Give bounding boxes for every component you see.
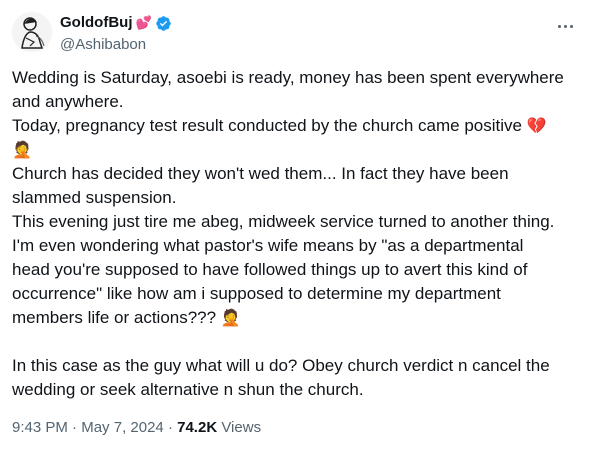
verified-badge-icon — [155, 15, 171, 31]
more-dot-icon — [569, 24, 573, 28]
tweet-line: and anywhere. — [12, 92, 124, 111]
views-count[interactable]: 74.2K — [177, 419, 217, 436]
tweet-line: Wedding is Saturday, asoebi is ready, mo… — [12, 68, 564, 87]
tweet-line: This evening just tire me abeg, midweek … — [12, 212, 555, 231]
tweet-line: members life or actions??? 🤦 — [12, 306, 584, 330]
tweet-line: wedding or seek alternative n shun the c… — [12, 380, 364, 399]
tweet-line: 🤦 — [12, 138, 584, 162]
more-options-button[interactable] — [550, 16, 580, 36]
more-dot-icon — [557, 24, 561, 28]
avatar-illustration-icon — [12, 12, 52, 52]
avatar[interactable] — [12, 12, 52, 52]
tweet-line: I'm even wondering what pastor's wife me… — [12, 236, 524, 255]
tweet-time[interactable]: 9:43 PM — [12, 419, 68, 436]
facepalm-icon: 🤦 — [220, 308, 241, 327]
tweet-text: Wedding is Saturday, asoebi is ready, mo… — [12, 66, 584, 402]
author-display-name[interactable]: GoldofBuj — [60, 14, 132, 32]
broken-heart-icon: 💔 — [526, 116, 547, 135]
tweet-line-text: members life or actions??? — [12, 308, 217, 327]
meta-separator: · — [167, 419, 173, 436]
tweet-line-text: Today, pregnancy test result conducted b… — [12, 116, 522, 135]
meta-separator: · — [72, 419, 78, 436]
facepalm-icon: 🤦 — [12, 140, 32, 159]
author-name-row[interactable]: GoldofBuj 💕 — [60, 14, 172, 32]
more-dot-icon — [563, 24, 567, 28]
tweet-line: slammed suspension. — [12, 188, 177, 207]
tweet-date[interactable]: May 7, 2024 — [81, 419, 164, 436]
tweet-line: In this case as the guy what will u do? … — [12, 356, 550, 375]
tweet-header: GoldofBuj 💕 @Ashibabon — [12, 10, 580, 58]
views-label: Views — [221, 419, 262, 436]
author-handle[interactable]: @Ashibabon — [60, 36, 146, 54]
two-hearts-icon: 💕 — [135, 15, 152, 30]
tweet-meta: 9:43 PM · May 7, 2024 · 74.2K Views — [12, 418, 261, 438]
tweet-line: occurrence" like how am i supposed to de… — [12, 284, 501, 303]
tweet-line: head you're supposed to have followed th… — [12, 260, 528, 279]
tweet-line: Church has decided they won't wed them..… — [12, 164, 509, 183]
tweet-line: Today, pregnancy test result conducted b… — [12, 114, 584, 138]
